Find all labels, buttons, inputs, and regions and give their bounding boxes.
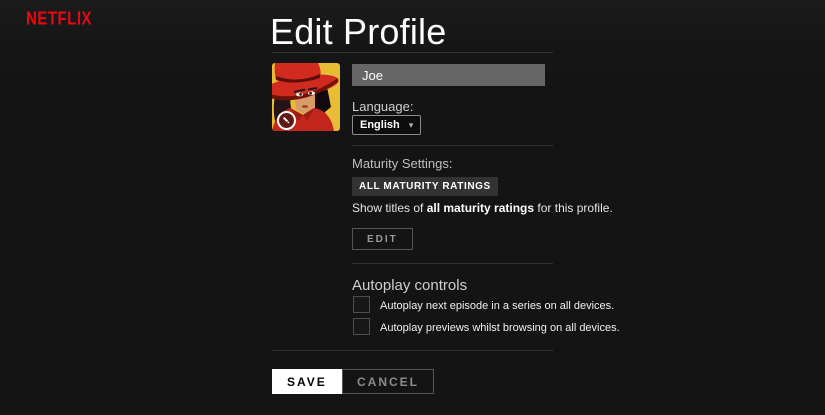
pencil-icon xyxy=(282,116,290,124)
maturity-edit-button[interactable]: EDIT xyxy=(352,228,413,250)
language-selected-value: English xyxy=(360,119,400,131)
chevron-down-icon: ▾ xyxy=(408,119,414,130)
autoplay-previews-checkbox[interactable] xyxy=(353,318,370,335)
maturity-description-bold: all maturity ratings xyxy=(426,201,535,215)
divider xyxy=(352,263,553,264)
language-label: Language: xyxy=(352,99,414,114)
divider xyxy=(272,350,553,351)
profile-avatar[interactable] xyxy=(272,63,340,131)
netflix-logo[interactable]: NETFLIX xyxy=(26,8,92,29)
language-dropdown[interactable]: English ▾ xyxy=(352,115,422,135)
maturity-description-suffix: for this profile. xyxy=(534,201,613,215)
maturity-description: Show titles of all maturity ratings for … xyxy=(352,201,613,215)
autoplay-next-episode-label: Autoplay next episode in a series on all… xyxy=(380,300,615,312)
profile-name-input[interactable] xyxy=(352,64,545,86)
page-title: Edit Profile xyxy=(270,11,447,52)
cancel-button[interactable]: CANCEL xyxy=(342,369,434,394)
autoplay-previews-label: Autoplay previews whilst browsing on all… xyxy=(380,322,620,334)
edit-avatar-button[interactable] xyxy=(277,111,296,130)
edit-profile-page: NETFLIX Edit Profile Joe Language: Engli… xyxy=(0,0,825,415)
maturity-description-prefix: Show titles of xyxy=(352,201,427,215)
autoplay-next-episode-checkbox[interactable] xyxy=(353,296,370,313)
divider xyxy=(272,52,553,53)
autoplay-controls-heading: Autoplay controls xyxy=(352,277,468,294)
maturity-rating-badge: ALL MATURITY RATINGS xyxy=(352,177,498,196)
maturity-settings-label: Maturity Settings: xyxy=(352,156,453,171)
divider xyxy=(352,145,553,146)
save-button[interactable]: SAVE xyxy=(272,369,342,394)
